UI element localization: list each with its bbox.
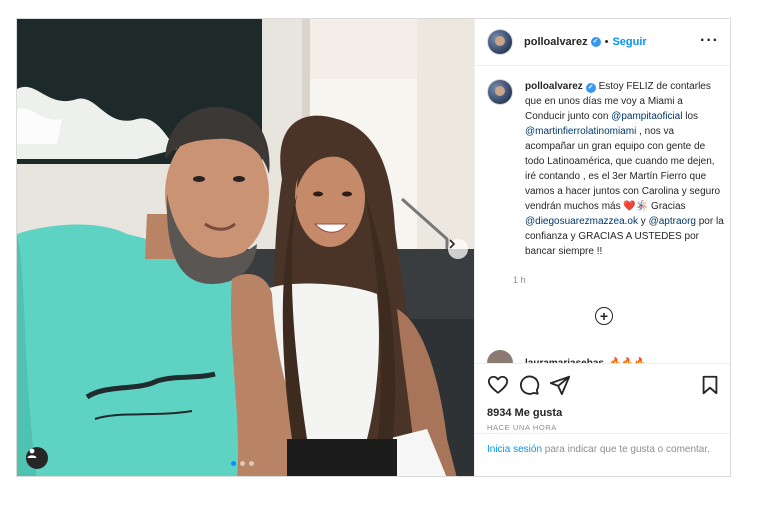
action-icons-row bbox=[487, 374, 721, 396]
commenter-avatar[interactable] bbox=[487, 350, 513, 363]
carousel-dot bbox=[231, 461, 236, 466]
caption-text-segment: los bbox=[682, 111, 699, 122]
plus-icon: + bbox=[599, 308, 609, 324]
caption-author-avatar[interactable] bbox=[487, 79, 513, 105]
login-prompt-text: para indicar que te gusta o comentar. bbox=[542, 444, 710, 455]
caption-mention-link[interactable]: @pampitaoficial bbox=[611, 111, 682, 122]
comment-item: lauramariasebas 🔥🔥🔥 bbox=[487, 350, 646, 363]
carousel-dot bbox=[249, 461, 254, 466]
carousel-dot bbox=[240, 461, 245, 466]
header-separator: • bbox=[604, 36, 609, 48]
caption-mention-link[interactable]: @diegosuarezmazzea.ok bbox=[525, 216, 638, 227]
more-options-icon[interactable]: ··· bbox=[700, 33, 719, 49]
caption-time: 1 h bbox=[513, 275, 526, 285]
post-side-panel: polloalvarez ✓ • Seguir ··· polloalvarez… bbox=[474, 19, 730, 476]
login-link[interactable]: Inicia sesión bbox=[487, 444, 542, 455]
caption-mention-link[interactable]: @martinfierrolatinomiami bbox=[525, 126, 636, 137]
tagged-users-button[interactable] bbox=[26, 447, 48, 469]
caption-mention-link[interactable]: @aptraorg bbox=[649, 216, 696, 227]
carousel-next-button[interactable] bbox=[448, 239, 468, 259]
post-actions: 8934 Me gusta HACE UNA HORA bbox=[475, 363, 730, 433]
comments-section[interactable]: polloalvarez ✓ Estoy FELIZ de contarles q… bbox=[475, 67, 730, 363]
person-icon bbox=[27, 448, 37, 458]
bookmark-icon[interactable] bbox=[699, 374, 721, 396]
caption-body: Estoy FELIZ de contarles que en unos día… bbox=[525, 81, 724, 257]
author-username[interactable]: polloalvarez bbox=[524, 36, 588, 48]
author-avatar[interactable] bbox=[487, 29, 513, 55]
verified-badge-icon: ✓ bbox=[585, 83, 596, 93]
login-prompt: Inicia sesión para indicar que te gusta … bbox=[475, 433, 730, 476]
post-time: HACE UNA HORA bbox=[487, 423, 557, 432]
carousel-dots bbox=[231, 461, 254, 466]
post-header: polloalvarez ✓ • Seguir ··· bbox=[475, 19, 730, 66]
caption-text-segment: , nos va acompañar un gran equipo con ge… bbox=[525, 126, 721, 212]
heart-icon[interactable] bbox=[487, 374, 509, 396]
caption-username[interactable]: polloalvarez bbox=[525, 81, 583, 92]
caption-text-segment: y bbox=[638, 216, 649, 227]
likes-count[interactable]: 8934 Me gusta bbox=[487, 407, 562, 419]
chevron-right-icon bbox=[449, 239, 456, 249]
post-photo[interactable] bbox=[17, 19, 474, 476]
comment-icon[interactable] bbox=[518, 374, 540, 396]
photo-illustration bbox=[17, 19, 474, 476]
instagram-post: polloalvarez ✓ • Seguir ··· polloalvarez… bbox=[16, 18, 731, 477]
load-more-comments-button[interactable]: + bbox=[595, 307, 613, 325]
follow-button[interactable]: Seguir bbox=[612, 36, 646, 48]
share-icon[interactable] bbox=[549, 374, 571, 396]
verified-badge-icon: ✓ bbox=[590, 37, 601, 47]
caption-text: polloalvarez ✓ Estoy FELIZ de contarles q… bbox=[525, 79, 725, 259]
